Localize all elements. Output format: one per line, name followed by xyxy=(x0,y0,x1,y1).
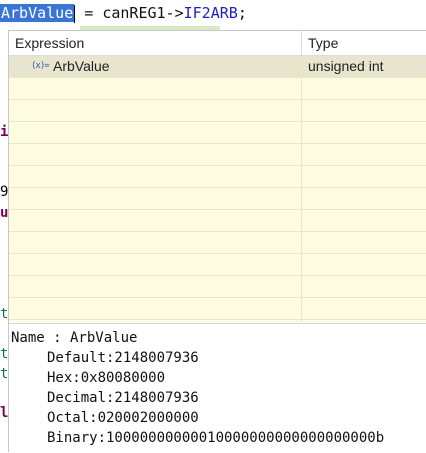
selected-token[interactable]: ArbValue xyxy=(0,4,75,22)
type-cell xyxy=(302,276,426,297)
table-row xyxy=(9,276,426,298)
expression-cell xyxy=(9,188,302,209)
detail-name-line: Name : ArbValue xyxy=(11,330,138,346)
expression-cell xyxy=(9,210,302,231)
expression-cell xyxy=(9,232,302,253)
detail-octal-value: Octal:020002000000 xyxy=(47,410,199,426)
table-row xyxy=(9,232,426,254)
expression-cell xyxy=(9,166,302,187)
table-row xyxy=(9,144,426,166)
expression-cell xyxy=(9,122,302,143)
register-field: IF2ARB xyxy=(183,4,238,22)
type-cell xyxy=(302,188,426,209)
table-row xyxy=(9,254,426,276)
type-cell xyxy=(302,100,426,121)
column-header-expression[interactable]: Expression xyxy=(9,31,302,55)
table-row[interactable]: (x)= ArbValue unsigned int xyxy=(9,56,426,78)
table-row xyxy=(9,100,426,122)
type-cell xyxy=(302,122,426,143)
type-cell xyxy=(302,166,426,187)
table-rows: (x)= ArbValue unsigned int xyxy=(9,56,426,322)
type-cell xyxy=(302,210,426,231)
table-row xyxy=(9,166,426,188)
table-row xyxy=(9,122,426,144)
expression-cell xyxy=(9,276,302,297)
value-details-pane[interactable]: Name : ArbValue Default:2148007936 Hex:0… xyxy=(9,323,426,453)
table-row xyxy=(9,298,426,320)
type-cell xyxy=(302,78,426,99)
table-row xyxy=(9,210,426,232)
type-cell xyxy=(302,320,426,322)
variable-icon: (x)= xyxy=(31,61,50,71)
variable-type: unsigned int xyxy=(308,58,384,74)
table-header: Expression Type xyxy=(9,31,426,56)
table-row xyxy=(9,188,426,210)
detail-hex-value: Hex:0x80080000 xyxy=(47,370,166,386)
expression-cell: (x)= ArbValue xyxy=(9,56,302,77)
type-cell xyxy=(302,232,426,253)
expression-cell xyxy=(9,320,302,322)
expression-cell xyxy=(9,144,302,165)
table-row xyxy=(9,320,426,322)
expression-cell xyxy=(9,78,302,99)
detail-default-value: Default:2148007936 xyxy=(47,350,199,366)
expression-hover-popup: Expression Type (x)= ArbValue unsigned i… xyxy=(8,30,426,453)
table-row xyxy=(9,78,426,100)
expression-cell xyxy=(9,298,302,319)
column-header-type[interactable]: Type xyxy=(302,31,426,55)
type-cell xyxy=(302,144,426,165)
assignment-text: = canREG1-> xyxy=(75,4,184,22)
expressions-table: Expression Type (x)= ArbValue unsigned i… xyxy=(9,31,426,322)
detail-binary-value: Binary:10000000000010000000000000000000b xyxy=(47,430,385,446)
type-cell xyxy=(302,254,426,275)
expression-cell xyxy=(9,100,302,121)
editor-code-line[interactable]: ArbValue = canREG1->IF2ARB; xyxy=(0,0,426,26)
expression-cell xyxy=(9,254,302,275)
statement-terminator: ; xyxy=(237,4,247,22)
type-cell xyxy=(302,298,426,319)
detail-decimal-value: Decimal:2148007936 xyxy=(47,390,199,406)
variable-name: ArbValue xyxy=(53,58,110,74)
type-cell: unsigned int xyxy=(302,56,426,77)
